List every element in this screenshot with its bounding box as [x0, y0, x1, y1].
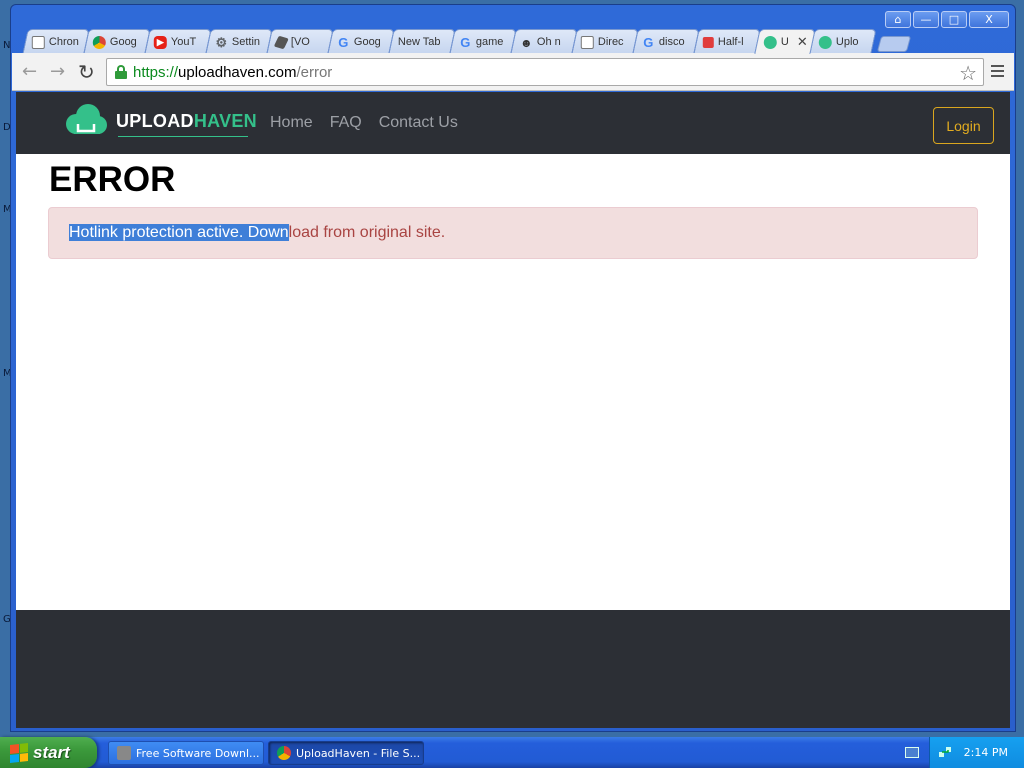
tab-title: game — [475, 36, 504, 48]
address-bar[interactable]: https://uploadhaven.com/error ☆ — [106, 58, 984, 86]
doc-icon — [580, 35, 594, 49]
bookmark-star-icon[interactable]: ☆ — [959, 61, 977, 86]
lock-icon — [115, 65, 127, 79]
keyboard-icon[interactable] — [905, 747, 919, 758]
nav-contact-us[interactable]: Contact Us — [379, 114, 458, 132]
close-button[interactable]: X — [969, 11, 1009, 28]
tab-title: Direc — [597, 36, 624, 48]
taskbar: start Free Software Downl... UploadHaven… — [0, 737, 1024, 768]
site-navbar: UPLOADHAVEN Home FAQ Contact Us Login — [16, 92, 1010, 154]
tab-google-1[interactable]: Goog — [83, 29, 151, 54]
window-controls: ⌂ — □ X — [885, 11, 1009, 28]
doc-icon — [31, 35, 45, 49]
window-app-icon — [117, 746, 131, 760]
tab-title: Goog — [353, 36, 381, 48]
nav-home[interactable]: Home — [270, 114, 313, 132]
taskbar-item-uploadhaven[interactable]: UploadHaven - File S... — [268, 741, 424, 765]
tab-youtube[interactable]: ▶ YouT — [144, 29, 212, 54]
google-icon: G — [643, 34, 654, 50]
taskbar-item-label: Free Software Downl... — [136, 746, 260, 760]
tab-strip: Chron Goog ▶ YouT ⚙ Settin [VO G Goog Ne… — [22, 29, 912, 54]
lock-red-icon — [702, 36, 714, 48]
start-label: start — [33, 742, 70, 762]
tab-settings[interactable]: ⚙ Settin — [205, 29, 273, 54]
alert-text-selected: Hotlink protection active. Down — [69, 224, 289, 241]
back-button[interactable]: ← — [22, 62, 37, 82]
tab-title: Half-l — [717, 36, 744, 48]
google-icon: G — [338, 34, 349, 50]
reload-button[interactable]: ↻ — [78, 62, 95, 82]
chrome-menu-icon[interactable] — [991, 65, 1004, 80]
start-button[interactable]: start — [0, 737, 97, 768]
uploadhaven-icon — [818, 35, 832, 49]
tab-title: Goog — [109, 36, 137, 48]
error-alert: Hotlink protection active. Download from… — [48, 207, 978, 259]
logo-wordmark: UPLOADHAVEN — [116, 110, 257, 131]
taskbar-item-label: UploadHaven - File S... — [296, 746, 421, 760]
network-icon[interactable] — [938, 745, 952, 759]
roblox-icon — [273, 35, 289, 49]
nav-faq[interactable]: FAQ — [330, 114, 362, 132]
tab-google-discord[interactable]: G disco — [632, 29, 700, 54]
tab-title: Uplo — [835, 36, 859, 48]
tab-new-tab[interactable]: New Tab — [388, 29, 456, 54]
tab-chron[interactable]: Chron — [22, 29, 90, 54]
site-nav: Home FAQ Contact Us — [270, 114, 458, 132]
chrome-icon — [277, 746, 291, 760]
tab-title: Chron — [48, 36, 79, 48]
tab-uploadhaven[interactable]: Uplo — [809, 29, 877, 54]
tab-half-life[interactable]: Half-l — [693, 29, 761, 54]
browser-toolbar: ← → ↻ https://uploadhaven.com/error ☆ — [12, 53, 1014, 91]
tab-title: disco — [658, 36, 685, 48]
google-icon: G — [460, 34, 471, 50]
url-text[interactable]: https://uploadhaven.com/error — [133, 64, 332, 81]
tab-google-game[interactable]: G game — [449, 29, 517, 54]
browser-window: ⌂ — □ X Chron Goog ▶ YouT ⚙ Settin [VO G… — [10, 4, 1016, 732]
youtube-icon: ▶ — [153, 35, 167, 49]
tab-uploadhaven-active[interactable]: U ✕ — [754, 29, 816, 54]
maximize-button[interactable]: □ — [941, 11, 967, 28]
tab-google-2[interactable]: G Goog — [327, 29, 395, 54]
tab-title: U — [780, 36, 789, 48]
taskbar-item-free-software[interactable]: Free Software Downl... — [108, 741, 264, 765]
clock[interactable]: 2:14 PM — [964, 746, 1008, 759]
login-button[interactable]: Login — [933, 107, 994, 144]
tab-roblox[interactable]: [VO — [266, 29, 334, 54]
minimize-button[interactable]: — — [913, 11, 939, 28]
new-tab-button[interactable] — [876, 36, 912, 52]
alert-text: load from original site. — [288, 224, 446, 241]
chrome-icon — [92, 35, 106, 49]
tab-oh-no[interactable]: ☻ Oh n — [510, 29, 578, 54]
page-title: ERROR — [49, 160, 176, 199]
tab-title: YouT — [170, 36, 197, 48]
gear-icon: ⚙ — [215, 34, 228, 49]
tab-title: Oh n — [536, 36, 561, 48]
forward-button[interactable]: → — [50, 62, 65, 82]
cloud-logo-icon — [66, 104, 107, 134]
system-tray: 2:14 PM — [929, 737, 1024, 768]
tab-title: [VO — [290, 36, 310, 48]
logo-underline — [118, 136, 248, 137]
uploadhaven-icon — [763, 35, 777, 49]
face-icon: ☻ — [520, 35, 533, 49]
close-tab-icon[interactable]: ✕ — [797, 34, 808, 50]
user-profile-button[interactable]: ⌂ — [885, 11, 911, 28]
tab-title: New Tab — [397, 36, 441, 48]
page-viewport: UPLOADHAVEN Home FAQ Contact Us Login ER… — [16, 92, 1010, 728]
tab-title: Settin — [231, 36, 261, 48]
windows-flag-icon — [10, 742, 28, 763]
tab-directory[interactable]: Direc — [571, 29, 639, 54]
uploadhaven-logo[interactable]: UPLOADHAVEN — [62, 102, 257, 140]
site-footer — [16, 610, 1010, 728]
